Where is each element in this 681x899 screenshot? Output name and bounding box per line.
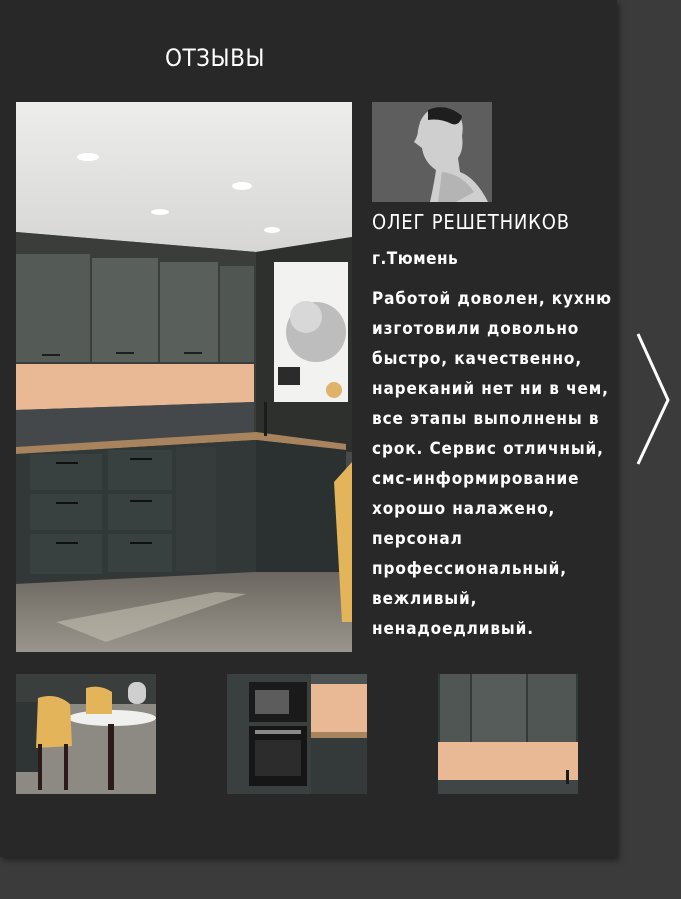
thumbnail-1[interactable] bbox=[16, 674, 156, 794]
main-review-photo bbox=[16, 102, 352, 652]
thumbnail-3[interactable] bbox=[438, 674, 578, 794]
next-arrow-button[interactable] bbox=[632, 330, 676, 470]
reviewer-name: ОЛЕГ РЕШЕТНИКОВ bbox=[372, 210, 570, 234]
thumbnail-2[interactable] bbox=[227, 674, 367, 794]
review-text: Работой доволен, кухню изготовили доволь… bbox=[372, 289, 612, 639]
reviews-panel: ОТЗЫВЫ ОЛЕГ РЕШЕТНИКОВ г.Тюмень Работой … bbox=[0, 0, 617, 857]
reviewer-city: г.Тюмень bbox=[372, 249, 459, 269]
section-title: ОТЗЫВЫ bbox=[165, 44, 265, 72]
chevron-right-icon bbox=[636, 333, 670, 465]
reviewer-avatar bbox=[372, 102, 492, 202]
